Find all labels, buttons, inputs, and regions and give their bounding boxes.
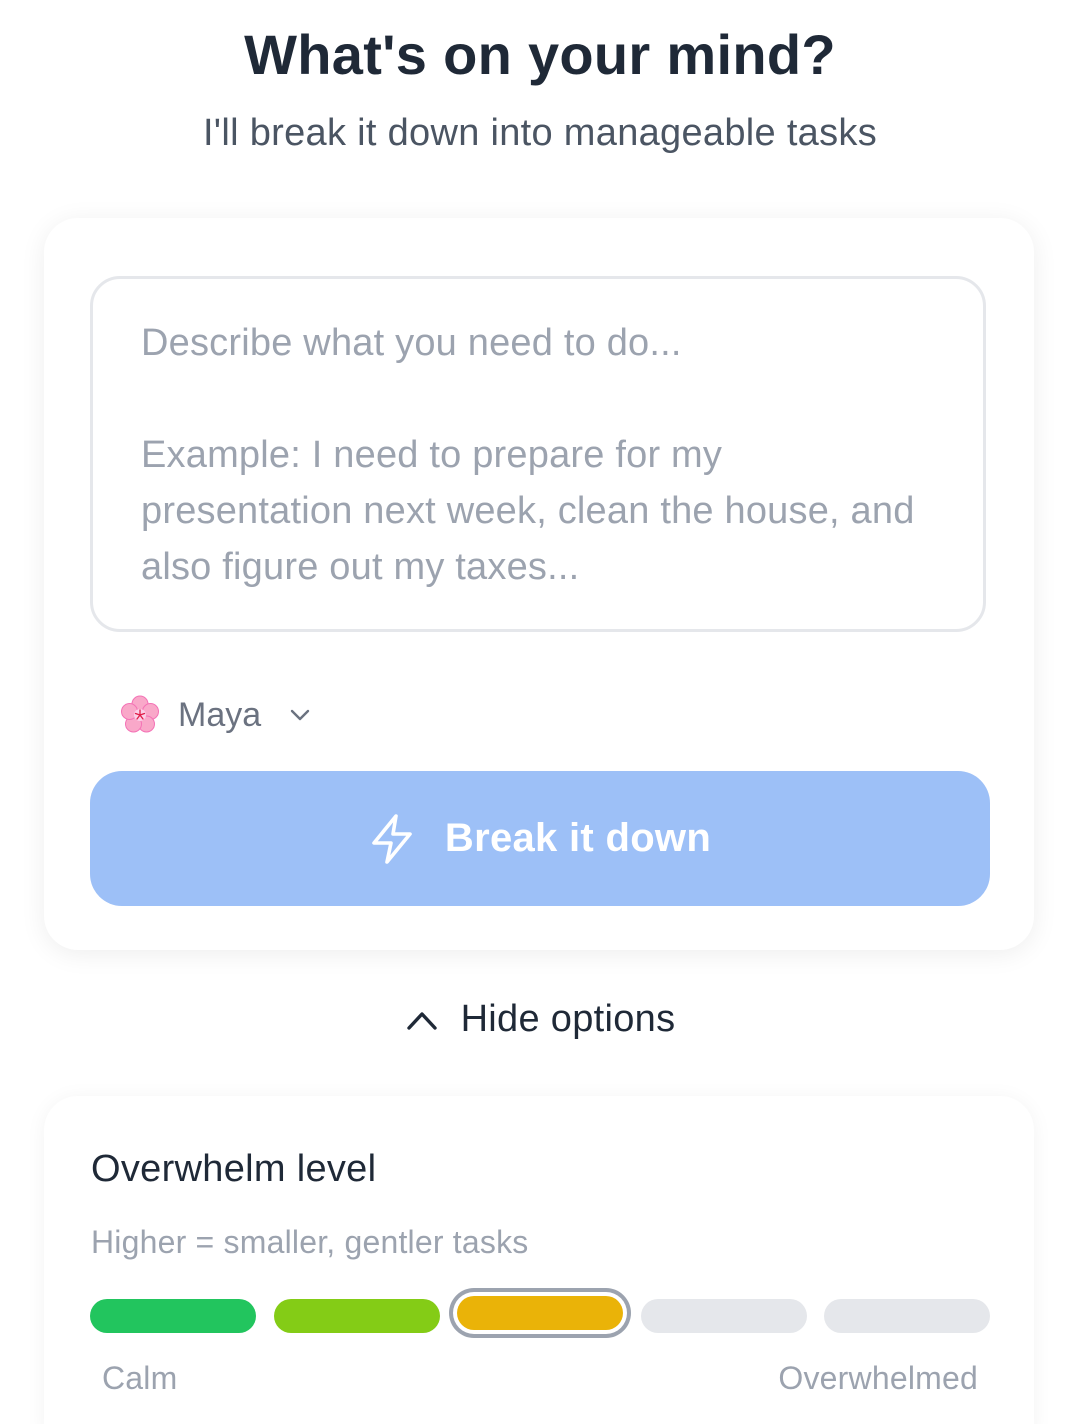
overwhelm-level-3[interactable] — [457, 1296, 623, 1330]
task-description-placeholder: Describe what you need to do... Example:… — [141, 322, 915, 588]
chevron-up-icon — [406, 1011, 437, 1030]
chevron-down-icon — [290, 709, 310, 721]
overwhelm-level-1[interactable] — [90, 1299, 256, 1333]
hide-options-label: Hide options — [460, 998, 676, 1040]
persona-selector[interactable]: Maya — [120, 692, 313, 738]
overwhelm-min-label: Calm — [102, 1360, 178, 1396]
break-it-down-button[interactable]: Break it down — [90, 771, 990, 906]
page-subtitle: I'll break it down into manageable tasks — [202, 112, 878, 154]
lightning-bolt-icon — [372, 813, 412, 864]
cherry-blossom-icon — [121, 695, 159, 733]
overwhelm-level-selector — [90, 1296, 990, 1336]
overwhelm-level-5[interactable] — [824, 1299, 990, 1333]
page: What's on your mind? I'll break it down … — [0, 0, 1080, 1424]
hide-options-toggle[interactable]: Hide options — [0, 998, 1080, 1041]
persona-name: Maya — [178, 695, 262, 734]
overwhelm-level-4[interactable] — [640, 1299, 807, 1333]
overwhelm-level-hint: Higher = smaller, gentler tasks — [91, 1224, 529, 1260]
overwhelm-level-2[interactable] — [273, 1299, 440, 1333]
break-it-down-label: Break it down — [444, 816, 712, 860]
task-description-input[interactable]: Describe what you need to do... Example:… — [90, 276, 986, 632]
page-title: What's on your mind? — [244, 23, 836, 86]
overwhelm-max-label: Overwhelmed — [778, 1360, 978, 1396]
overwhelm-level-title: Overwhelm level — [91, 1148, 377, 1190]
task-input-card: Describe what you need to do... Example:… — [44, 218, 1034, 950]
options-card: Overwhelm level Higher = smaller, gentle… — [44, 1096, 1034, 1424]
